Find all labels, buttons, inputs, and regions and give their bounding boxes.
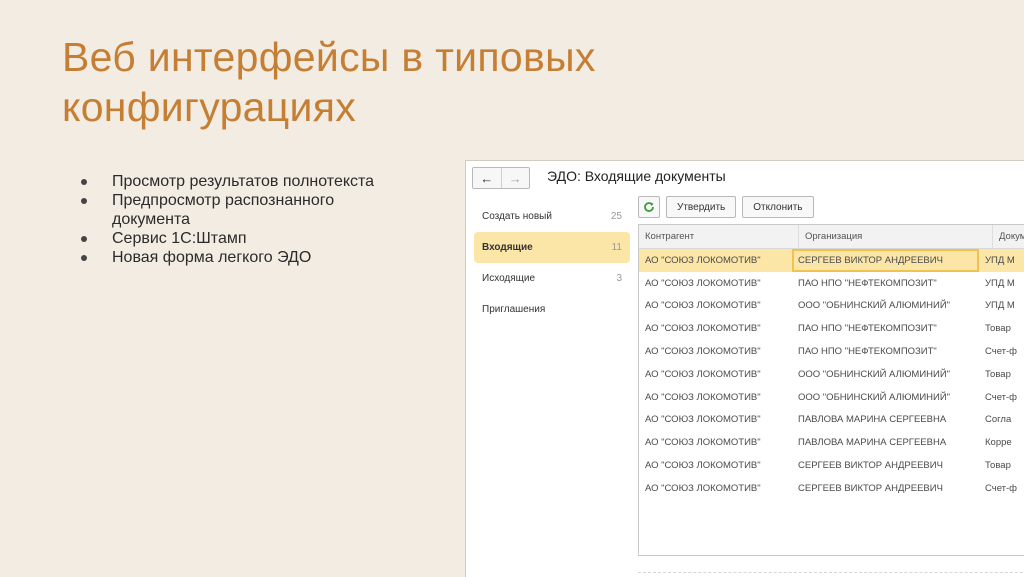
sidebar-item-invitations[interactable]: Приглашения bbox=[474, 294, 630, 325]
slide-title: Веб интерфейсы в типовых конфигурациях bbox=[62, 32, 822, 132]
bullet-text: Предпросмотр распознанного bbox=[112, 192, 335, 209]
cell-document: УПД М bbox=[985, 300, 1015, 312]
slide-title-line-2: конфигурациях bbox=[62, 84, 357, 130]
cell-counterparty: АО "СОЮЗ ЛОКОМОТИВ" bbox=[645, 323, 761, 335]
cell-document: Товар bbox=[985, 460, 1011, 472]
bullet-text: Новая форма легкого ЭДО bbox=[112, 249, 312, 266]
cell-organization: ООО "ОБНИНСКИЙ АЛЮМИНИЙ" bbox=[798, 300, 951, 312]
bullet-list: Просмотр результатов полнотекста Предпро… bbox=[78, 172, 408, 267]
refresh-icon bbox=[644, 202, 654, 212]
cell-counterparty: АО "СОЮЗ ЛОКОМОТИВ" bbox=[645, 437, 761, 449]
cell-organization: ПАО НПО "НЕФТЕКОМПОЗИТ" bbox=[798, 323, 937, 335]
column-header-counterparty[interactable]: Контрагент bbox=[639, 225, 799, 248]
sidebar-item-create[interactable]: Создать новый 25 bbox=[474, 201, 630, 232]
cell-organization: ПАВЛОВА МАРИНА СЕРГЕЕВНА bbox=[798, 437, 947, 449]
cell-document: Корре bbox=[985, 437, 1012, 449]
cell-organization: ПАО НПО "НЕФТЕКОМПОЗИТ" bbox=[798, 277, 937, 289]
nav-buttons: ← → bbox=[472, 167, 530, 189]
cell-organization: СЕРГЕЕВ ВИКТОР АНДРЕЕВИЧ bbox=[792, 249, 979, 272]
table-row[interactable]: АО "СОЮЗ ЛОКОМОТИВ" ООО "ОБНИНСКИЙ АЛЮМИН… bbox=[639, 386, 1024, 409]
table-row[interactable]: АО "СОЮЗ ЛОКОМОТИВ" ПАВЛОВА МАРИНА СЕРГЕЕ… bbox=[639, 431, 1024, 454]
divider bbox=[638, 572, 1024, 573]
cell-document: Счет-ф bbox=[985, 391, 1018, 403]
slide-title-line-1: Веб интерфейсы в типовых bbox=[62, 34, 596, 80]
sidebar-item-incoming[interactable]: Входящие 11 bbox=[474, 232, 630, 263]
cell-document: Товар bbox=[985, 323, 1011, 335]
cell-organization: СЕРГЕЕВ ВИКТОР АНДРЕЕВИЧ bbox=[798, 482, 943, 494]
table-row[interactable]: АО "СОЮЗ ЛОКОМОТИВ" ПАО НПО "НЕФТЕКОМПОЗИ… bbox=[639, 340, 1024, 363]
cell-organization: СЕРГЕЕВ ВИКТОР АНДРЕЕВИЧ bbox=[798, 460, 943, 472]
bullet-item: Предпросмотр распознанного документа bbox=[78, 191, 408, 229]
approve-button[interactable]: Утвердить bbox=[666, 196, 737, 218]
sidebar-item-label: Приглашения bbox=[482, 304, 546, 315]
table-header: Контрагент Организация Докум bbox=[639, 225, 1024, 249]
cell-document: Счет-ф bbox=[985, 482, 1018, 494]
bullet-text: Сервис 1С:Штамп bbox=[112, 230, 247, 247]
back-arrow-icon[interactable]: ← bbox=[473, 168, 501, 188]
table-row[interactable]: АО "СОЮЗ ЛОКОМОТИВ" ПАО НПО "НЕФТЕКОМПОЗИ… bbox=[639, 272, 1024, 295]
table-row[interactable]: АО "СОЮЗ ЛОКОМОТИВ" ООО "ОБНИНСКИЙ АЛЮМИН… bbox=[639, 295, 1024, 318]
cell-counterparty: АО "СОЮЗ ЛОКОМОТИВ" bbox=[645, 368, 761, 380]
cell-counterparty: АО "СОЮЗ ЛОКОМОТИВ" bbox=[645, 346, 761, 358]
cell-counterparty: АО "СОЮЗ ЛОКОМОТИВ" bbox=[645, 482, 761, 494]
cell-document: Согла bbox=[985, 414, 1012, 426]
table-body: АО "СОЮЗ ЛОКОМОТИВ" СЕРГЕЕВ ВИКТОР АНДРЕЕ… bbox=[639, 249, 1024, 500]
cell-organization: ООО "ОБНИНСКИЙ АЛЮМИНИЙ" bbox=[798, 368, 951, 380]
cell-organization: ООО "ОБНИНСКИЙ АЛЮМИНИЙ" bbox=[798, 391, 951, 403]
table-row[interactable]: АО "СОЮЗ ЛОКОМОТИВ" СЕРГЕЕВ ВИКТОР АНДРЕЕ… bbox=[639, 454, 1024, 477]
sidebar-item-count: 25 bbox=[610, 211, 622, 222]
sidebar-item-label: Исходящие bbox=[482, 273, 536, 284]
sidebar-item-label: Создать новый bbox=[482, 211, 552, 222]
cell-counterparty: АО "СОЮЗ ЛОКОМОТИВ" bbox=[645, 277, 761, 289]
column-header-document[interactable]: Докум bbox=[993, 225, 1024, 248]
cell-counterparty: АО "СОЮЗ ЛОКОМОТИВ" bbox=[645, 254, 761, 266]
sidebar-item-count: 3 bbox=[616, 273, 622, 284]
cell-organization: ПАВЛОВА МАРИНА СЕРГЕЕВНА bbox=[798, 414, 947, 426]
table-row[interactable]: АО "СОЮЗ ЛОКОМОТИВ" ПАО НПО "НЕФТЕКОМПОЗИ… bbox=[639, 317, 1024, 340]
reject-button[interactable]: Отклонить bbox=[742, 196, 814, 218]
documents-table: Контрагент Организация Докум АО "СОЮЗ ЛО… bbox=[638, 224, 1024, 556]
app-screenshot: ← → ЭДО: Входящие документы Создать новы… bbox=[465, 160, 1024, 577]
window-title: ЭДО: Входящие документы bbox=[547, 168, 726, 184]
cell-document: Товар bbox=[985, 368, 1011, 380]
bullet-item: Просмотр результатов полнотекста bbox=[78, 172, 408, 191]
refresh-button[interactable] bbox=[638, 196, 660, 218]
bullet-item: Новая форма легкого ЭДО bbox=[78, 248, 408, 267]
cell-document: Счет-ф bbox=[985, 346, 1018, 358]
cell-counterparty: АО "СОЮЗ ЛОКОМОТИВ" bbox=[645, 391, 761, 403]
table-row[interactable]: АО "СОЮЗ ЛОКОМОТИВ" СЕРГЕЕВ ВИКТОР АНДРЕЕ… bbox=[639, 249, 1024, 272]
table-row[interactable]: АО "СОЮЗ ЛОКОМОТИВ" ПАВЛОВА МАРИНА СЕРГЕЕ… bbox=[639, 409, 1024, 432]
cell-counterparty: АО "СОЮЗ ЛОКОМОТИВ" bbox=[645, 300, 761, 312]
cell-document: УПД М bbox=[985, 254, 1015, 266]
forward-arrow-icon[interactable]: → bbox=[500, 168, 530, 188]
column-header-organization[interactable]: Организация bbox=[799, 225, 993, 248]
cell-counterparty: АО "СОЮЗ ЛОКОМОТИВ" bbox=[645, 414, 761, 426]
sidebar: Создать новый 25 Входящие 11 Исходящие 3… bbox=[474, 201, 630, 325]
toolbar: Утвердить Отклонить bbox=[638, 196, 814, 218]
sidebar-item-count: 11 bbox=[611, 242, 622, 253]
cell-document: УПД М bbox=[985, 277, 1015, 289]
bullet-text: документа bbox=[112, 211, 191, 228]
bullet-item: Сервис 1С:Штамп bbox=[78, 229, 408, 248]
sidebar-item-outgoing[interactable]: Исходящие 3 bbox=[474, 263, 630, 294]
bullet-text: Просмотр результатов полнотекста bbox=[112, 173, 375, 190]
table-row[interactable]: АО "СОЮЗ ЛОКОМОТИВ" ООО "ОБНИНСКИЙ АЛЮМИН… bbox=[639, 363, 1024, 386]
table-row[interactable]: АО "СОЮЗ ЛОКОМОТИВ" СЕРГЕЕВ ВИКТОР АНДРЕЕ… bbox=[639, 477, 1024, 500]
cell-organization: ПАО НПО "НЕФТЕКОМПОЗИТ" bbox=[798, 346, 937, 358]
cell-counterparty: АО "СОЮЗ ЛОКОМОТИВ" bbox=[645, 460, 761, 472]
sidebar-item-label: Входящие bbox=[482, 242, 533, 253]
